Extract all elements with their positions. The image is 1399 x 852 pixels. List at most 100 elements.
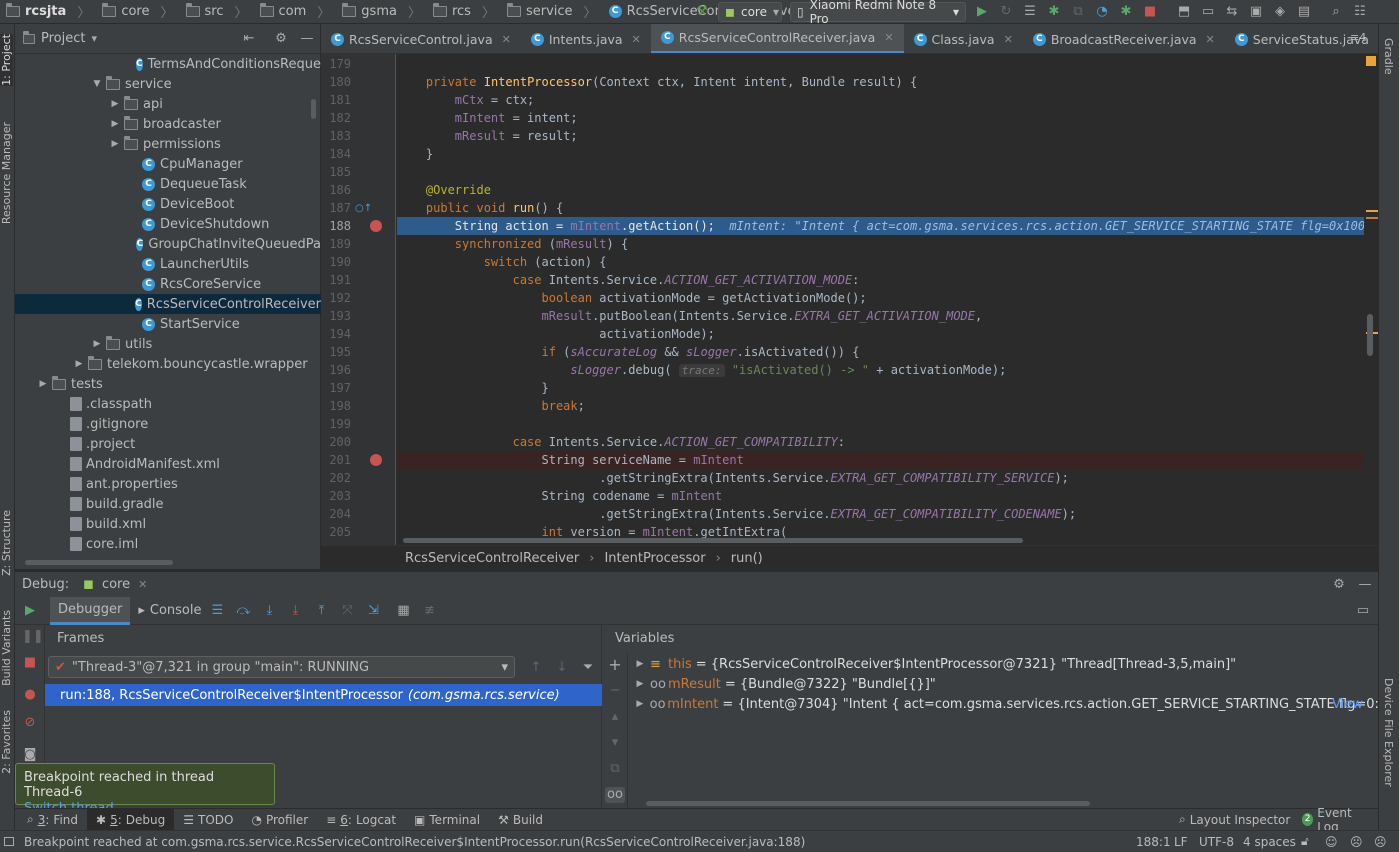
code-line[interactable]: sLogger.debug( trace: "isActivated() -> … xyxy=(397,361,1378,379)
view-link[interactable]: View xyxy=(1332,697,1363,712)
terminal-icon[interactable]: ▭ xyxy=(1200,4,1216,20)
debug-session-tab[interactable]: core xyxy=(102,577,130,592)
tool-button-debug[interactable]: ✱ 5: Debug xyxy=(87,808,175,831)
collapse-arrow-icon[interactable]: ▶ xyxy=(109,119,121,129)
breadcrumb-item[interactable]: src 〉 xyxy=(180,0,254,24)
code-line[interactable]: mResult = result; xyxy=(397,127,1378,145)
expand-arrow-icon[interactable]: ▶ xyxy=(630,699,650,709)
breadcrumb-item[interactable]: gsma 〉 xyxy=(336,0,427,24)
project-view-label[interactable]: Project xyxy=(41,31,85,46)
editor-breadcrumb-item[interactable]: IntentProcessor xyxy=(604,551,705,566)
code-line[interactable]: activationMode); xyxy=(397,325,1378,343)
chevron-down-icon[interactable]: ▾ xyxy=(91,32,97,45)
variable-row[interactable]: ▶ oo mResult = {Bundle@7322} "Bundle[{}]" xyxy=(630,674,1378,694)
tool-button-terminal[interactable]: ▣ Terminal xyxy=(405,809,489,831)
line-gutter[interactable]: 179 180 181 182 183 184 185 186 187 188 189 190 191 1… xyxy=(321,54,396,545)
layout-menu-icon[interactable]: ☰ xyxy=(210,603,226,619)
resume-icon[interactable]: ▶ xyxy=(22,603,38,619)
tree-item[interactable]: ▶ telekom.bouncycastle.wrapper xyxy=(15,354,321,374)
code-line[interactable]: synchronized (mResult) { xyxy=(397,235,1378,253)
run-config-select[interactable]: ◼ core ▾ xyxy=(718,2,782,22)
notifications-icon[interactable]: ☹ xyxy=(1374,835,1387,849)
frame-row[interactable]: run:188, RcsServiceControlReceiver$Inten… xyxy=(45,684,602,706)
step-out-icon[interactable]: ⤒ xyxy=(314,603,330,619)
breakpoint-icon[interactable] xyxy=(370,454,382,466)
layout-inspector-button[interactable]: ⌕ Layout Inspector xyxy=(1170,809,1299,831)
tree-item[interactable]: C TermsAndConditionsReque xyxy=(15,54,321,74)
sdk-manager-icon[interactable]: ▣ xyxy=(1248,4,1264,20)
remove-watch-icon[interactable]: − xyxy=(607,683,623,699)
profile-icon[interactable]: ◔ xyxy=(1094,4,1110,20)
restore-layout-icon[interactable]: ▭ xyxy=(1355,603,1371,619)
tool-button-logcat[interactable]: ≡ 6: Logcat xyxy=(317,809,405,831)
move-up-icon[interactable]: ▴ xyxy=(607,709,623,725)
tree-scrollbar[interactable] xyxy=(311,99,316,119)
tool-button-todo[interactable]: ☰ TODO xyxy=(174,809,242,831)
device-manager-icon[interactable]: ◈ xyxy=(1272,4,1288,20)
tool-button-build[interactable]: ⚒ Build xyxy=(489,809,552,831)
line-separator[interactable]: LF xyxy=(1174,835,1188,849)
tool-window-device-file-explorer[interactable]: Device File Explorer xyxy=(1382,678,1395,787)
file-encoding[interactable]: UTF-8 xyxy=(1199,835,1234,849)
gear-icon[interactable]: ⚙ xyxy=(273,31,289,47)
tool-window-project[interactable]: 1: Project xyxy=(0,34,13,86)
close-icon[interactable]: ✕ xyxy=(502,33,511,46)
tab-debugger[interactable]: Debugger xyxy=(50,596,131,625)
tree-item[interactable]: ▼ service xyxy=(15,74,321,94)
tool-window-favorites[interactable]: 2: Favorites xyxy=(0,710,13,774)
camera-icon[interactable]: ◙ xyxy=(22,747,38,763)
code-line[interactable]: case Intents.Service.ACTION_GET_ACTIVATI… xyxy=(397,271,1378,289)
pause-icon[interactable]: ❚❚ xyxy=(22,629,44,645)
status-toggle-icon[interactable] xyxy=(4,837,14,846)
tree-item[interactable]: .project xyxy=(15,434,321,454)
move-down-icon[interactable]: ▾ xyxy=(607,735,623,751)
code-line[interactable]: boolean activationMode = getActivationMo… xyxy=(397,289,1378,307)
smiley-icon[interactable]: ☺ xyxy=(1325,835,1338,849)
variable-row[interactable]: ▶ oo mIntent = {Intent@7304} "Intent { act=… xyxy=(630,694,1378,714)
tree-item[interactable]: ▶ tests xyxy=(15,374,321,394)
step-into-icon[interactable]: ⤓ xyxy=(262,603,278,619)
editor-scrollbar[interactable] xyxy=(1367,314,1373,356)
expand-arrow-icon[interactable]: ▼ xyxy=(91,79,103,89)
gear-icon[interactable]: ⚙ xyxy=(1331,577,1347,593)
code-editor[interactable]: 179 180 181 182 183 184 185 186 187 188 189 190 191 1… xyxy=(321,54,1378,545)
collapse-arrow-icon[interactable]: ▶ xyxy=(109,99,121,109)
tree-horizontal-scrollbar[interactable] xyxy=(25,560,173,565)
mute-breakpoints-icon[interactable]: ⊘ xyxy=(22,715,38,731)
variable-row[interactable]: ▶ ≡ this = {RcsServiceControlReceiver$Inten… xyxy=(630,654,1378,674)
code-line[interactable] xyxy=(397,55,1378,73)
close-icon[interactable]: ✕ xyxy=(138,578,147,591)
close-icon[interactable]: ✕ xyxy=(1206,33,1215,46)
code-line[interactable]: } xyxy=(397,379,1378,397)
tree-item[interactable]: ▶ api xyxy=(15,94,321,114)
more-icon[interactable]: ☷ xyxy=(1352,4,1368,20)
tool-window-gradle[interactable]: Gradle xyxy=(1382,38,1395,75)
step-over-icon[interactable]: ⤼ xyxy=(236,603,252,619)
tree-item[interactable]: C LauncherUtils xyxy=(15,254,321,274)
collapse-arrow-icon[interactable]: ▶ xyxy=(73,359,85,369)
force-step-into-icon[interactable]: ⤓ xyxy=(288,603,304,619)
avd-manager-icon[interactable]: ⇆ xyxy=(1224,4,1240,20)
tree-item[interactable]: C DeviceShutdown xyxy=(15,214,321,234)
sync-icon[interactable]: ⬒ xyxy=(1176,4,1192,20)
rerun-icon[interactable]: ↻ xyxy=(998,4,1014,20)
tool-window-resource-manager[interactable]: Resource Manager xyxy=(0,122,13,224)
editor-breadcrumb-item[interactable]: RcsServiceControlReceiver xyxy=(405,551,579,566)
tree-item[interactable]: ▶ utils xyxy=(15,334,321,354)
breakpoint-icon[interactable] xyxy=(370,220,382,232)
tool-window-build-variants[interactable]: Build Variants xyxy=(0,610,13,686)
event-log-button[interactable]: 2 Event Log xyxy=(1293,806,1378,834)
watches-toggle-icon[interactable]: oo xyxy=(605,787,625,803)
code-line[interactable]: switch (action) { xyxy=(397,253,1378,271)
device-select[interactable]: ▯ Xiaomi Redmi Note 8 Pro ▾ xyxy=(790,0,966,26)
apply-changes-icon[interactable]: ☰ xyxy=(1022,4,1038,20)
code-area[interactable]: private IntentProcessor(Context ctx, Int… xyxy=(397,54,1378,545)
code-line[interactable]: mIntent = intent; xyxy=(397,109,1378,127)
code-line[interactable]: mResult.putBoolean(Intents.Service.EXTRA… xyxy=(397,307,1378,325)
breadcrumb-item[interactable]: rcs 〉 xyxy=(427,0,501,24)
tree-item[interactable]: C RcsServiceControlReceiver xyxy=(15,294,321,314)
tree-item[interactable]: .classpath xyxy=(15,394,321,414)
code-line[interactable]: } xyxy=(397,145,1378,163)
code-line[interactable] xyxy=(397,415,1378,433)
tree-item[interactable]: AndroidManifest.xml xyxy=(15,454,321,474)
